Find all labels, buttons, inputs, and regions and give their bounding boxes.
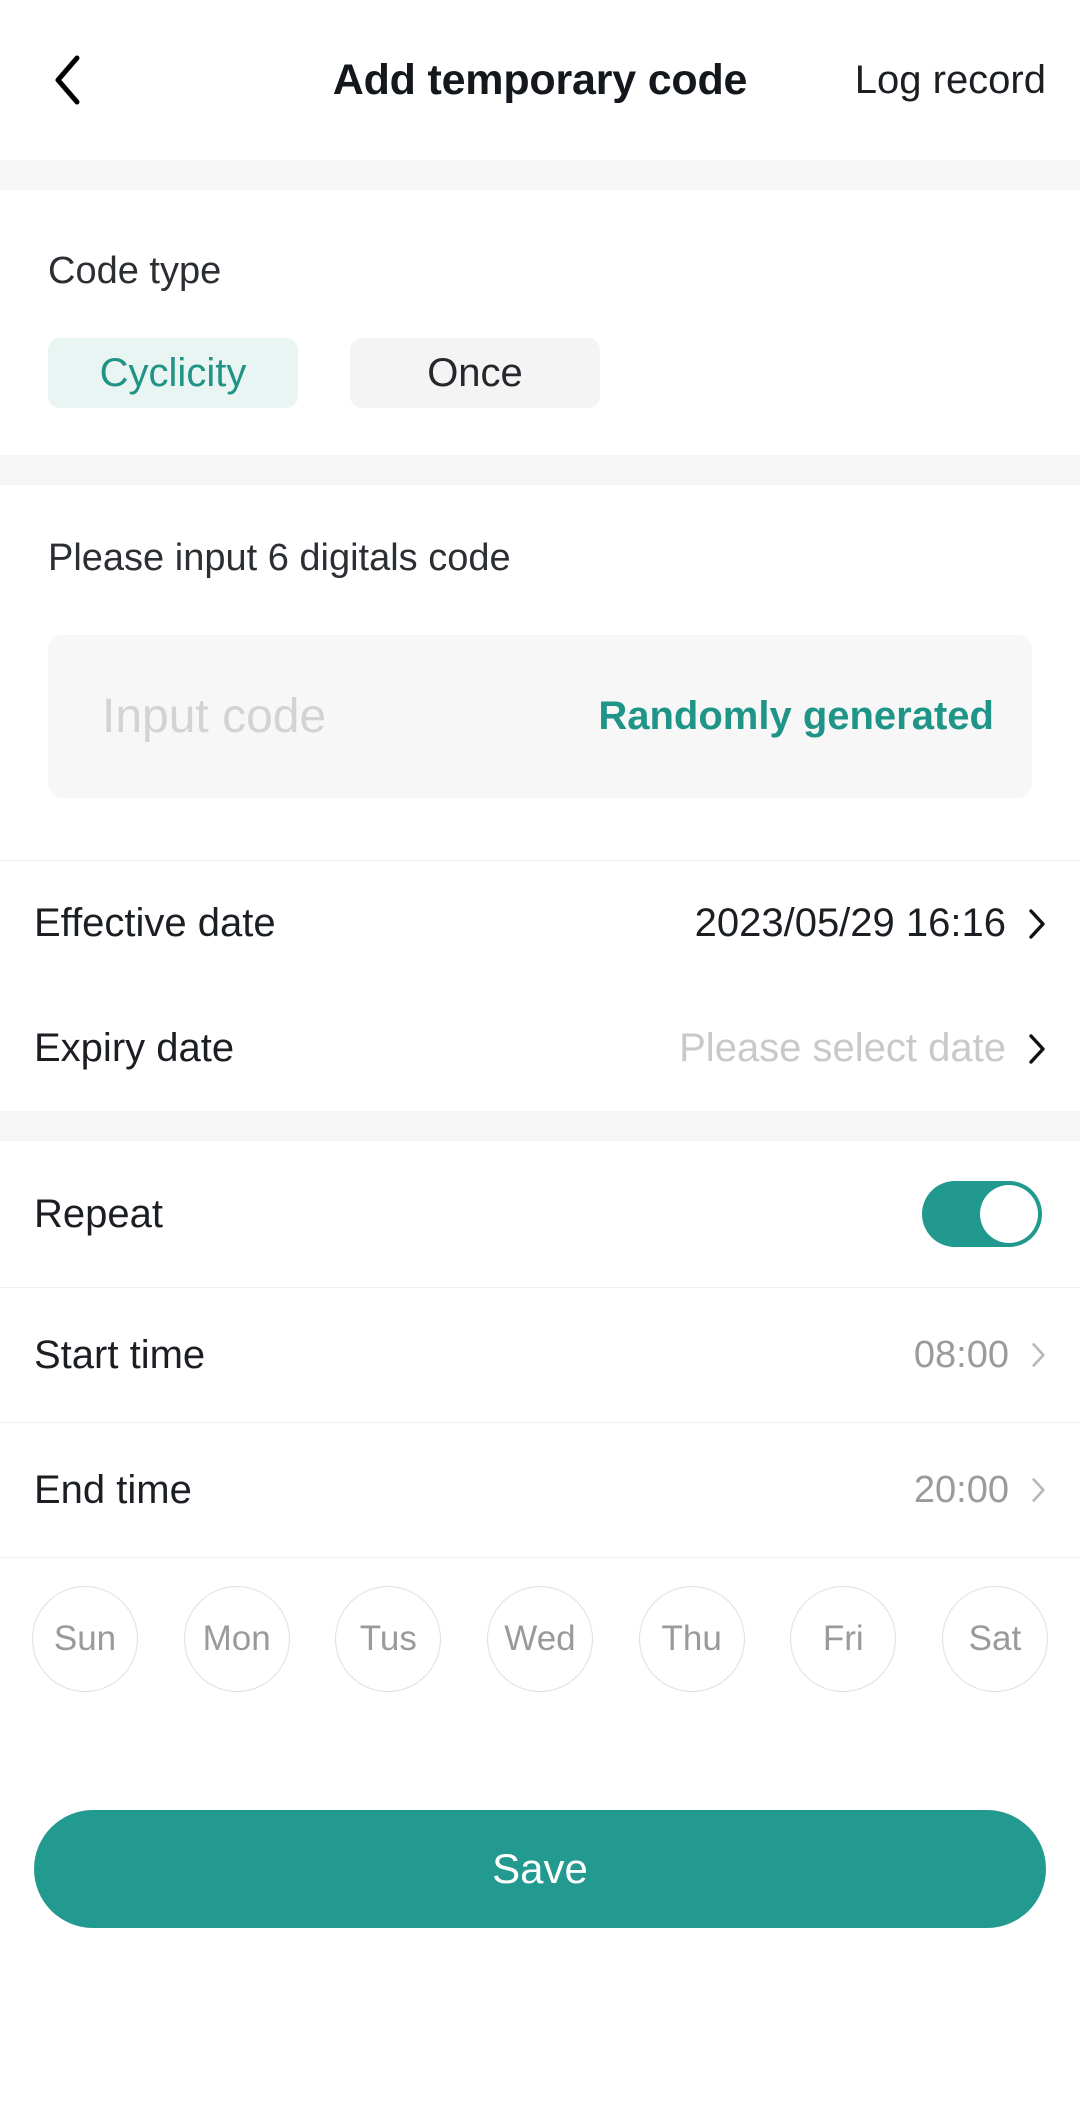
repeat-toggle[interactable] xyxy=(922,1181,1042,1247)
section-separator-2 xyxy=(0,455,1080,485)
end-time-label: End time xyxy=(34,1467,192,1512)
code-input-label: Please input 6 digitals code xyxy=(48,537,511,579)
expiry-date-row[interactable]: Expiry date Please select date xyxy=(0,986,1080,1111)
start-time-value-group: 08:00 xyxy=(914,1334,1046,1377)
weekday-tus[interactable]: Tus xyxy=(335,1586,442,1692)
effective-date-value-group: 2023/05/29 16:16 xyxy=(695,901,1046,946)
end-time-value-group: 20:00 xyxy=(914,1469,1046,1512)
weekday-label: Thu xyxy=(661,1619,722,1658)
effective-date-label: Effective date xyxy=(34,901,276,945)
expiry-date-label: Expiry date xyxy=(34,1026,235,1070)
save-button[interactable]: Save xyxy=(34,1810,1046,1928)
code-type-label: Code type xyxy=(48,250,222,292)
weekday-fri[interactable]: Fri xyxy=(790,1586,897,1692)
code-input-field[interactable]: Input code xyxy=(102,689,326,744)
repeat-row[interactable]: Repeat xyxy=(0,1141,1080,1287)
section-separator-3 xyxy=(0,1111,1080,1141)
weekday-sun[interactable]: Sun xyxy=(32,1586,138,1692)
start-time-value: 08:00 xyxy=(913,1333,1009,1376)
weekday-selector: Sun Mon Tus Wed Thu Fri Sat xyxy=(0,1558,1080,1692)
weekday-label: Tus xyxy=(359,1619,417,1658)
code-type-option-label: Once xyxy=(427,350,523,395)
expiry-date-value-group: Please select date xyxy=(679,1026,1046,1071)
code-type-section: Code type Cyclicity Once xyxy=(0,190,1080,455)
effective-date-row[interactable]: Effective date 2023/05/29 16:16 xyxy=(0,861,1080,986)
code-input-box[interactable]: Input code Randomly generated xyxy=(48,635,1032,798)
code-type-option-label: Cyclicity xyxy=(99,350,247,395)
weekday-sat[interactable]: Sat xyxy=(941,1586,1048,1692)
weekday-label: Mon xyxy=(202,1619,271,1658)
log-record-button[interactable]: Log record xyxy=(855,0,1046,160)
app-screen: Add temporary code Log record Code type … xyxy=(0,0,1080,2107)
end-time-value: 20:00 xyxy=(913,1468,1009,1511)
expiry-date-value: Please select date xyxy=(679,1026,1006,1070)
weekday-label: Fri xyxy=(822,1619,864,1658)
start-time-row[interactable]: Start time 08:00 xyxy=(0,1288,1080,1422)
code-type-option-cyclicity[interactable]: Cyclicity xyxy=(48,338,298,408)
chevron-right-icon xyxy=(1029,908,1045,939)
app-header: Add temporary code Log record xyxy=(0,0,1080,160)
end-time-row[interactable]: End time 20:00 xyxy=(0,1423,1080,1557)
code-input-section: Please input 6 digitals code Input code … xyxy=(0,485,1080,860)
start-time-label: Start time xyxy=(34,1332,206,1377)
footer: Save xyxy=(0,1692,1080,1928)
weekday-label: Sat xyxy=(968,1619,1022,1658)
weekday-label: Sun xyxy=(53,1619,117,1658)
effective-date-value: 2023/05/29 16:16 xyxy=(694,901,1006,945)
chevron-right-icon xyxy=(1032,1343,1045,1367)
weekday-thu[interactable]: Thu xyxy=(638,1586,745,1692)
repeat-toggle-knob xyxy=(980,1185,1038,1243)
randomly-generated-button[interactable]: Randomly generated xyxy=(598,694,994,739)
weekday-wed[interactable]: Wed xyxy=(486,1586,593,1692)
repeat-label: Repeat xyxy=(34,1191,163,1236)
code-type-option-once[interactable]: Once xyxy=(350,338,600,408)
section-separator-1 xyxy=(0,160,1080,190)
weekday-label: Wed xyxy=(504,1619,576,1658)
weekday-mon[interactable]: Mon xyxy=(183,1586,290,1692)
chevron-right-icon xyxy=(1032,1478,1045,1502)
chevron-right-icon xyxy=(1029,1033,1045,1064)
code-type-options: Cyclicity Once xyxy=(0,338,1080,408)
